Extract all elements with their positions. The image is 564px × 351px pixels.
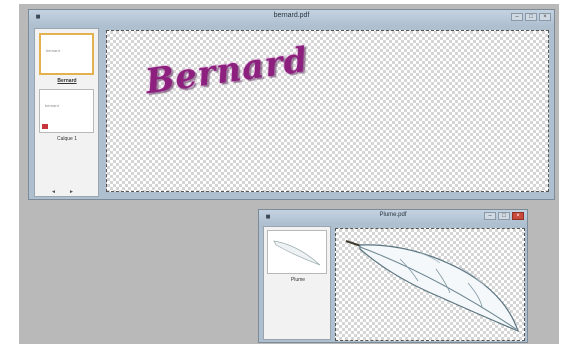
bernard-window-title: bernard.pdf [273,12,310,19]
layer-label[interactable]: Plume [268,277,328,283]
layer-thumbnail[interactable]: bernard [39,89,94,133]
feather-image[interactable] [340,235,522,337]
maximize-button[interactable]: □ [525,13,537,21]
next-layer-button[interactable]: ► [69,189,74,195]
plume-canvas[interactable] [335,228,525,341]
bernard-canvas[interactable]: Bernard [106,30,549,192]
layer-thumbnail[interactable] [267,230,327,274]
plume-window[interactable]: ■ Plume.pdf – □ × Plume [258,209,528,343]
plume-window-title: Plume.pdf [379,212,407,218]
layer-thumb-text: bernard [45,103,59,108]
bernard-text-object[interactable]: Bernard [143,40,311,102]
layers-panel: bernard Bernard bernard Calque 1 ◄ ► [34,28,99,197]
bernard-window[interactable]: ■ bernard.pdf – □ × bernard Bernard bern… [28,9,555,200]
layer-thumbnail[interactable]: bernard [39,33,94,75]
maximize-button[interactable]: □ [498,212,510,220]
app-icon[interactable]: ■ [264,213,272,221]
plume-titlebar[interactable]: ■ Plume.pdf – □ × [259,210,527,224]
bernard-titlebar[interactable]: ■ bernard.pdf – □ × [29,10,554,26]
close-button[interactable]: × [539,13,551,21]
feather-thumb-icon [273,240,321,266]
minimize-button[interactable]: – [484,212,496,220]
minimize-button[interactable]: – [511,13,523,21]
close-button[interactable]: × [512,212,524,220]
layer-thumb-text: bernard [46,48,60,53]
layer-label[interactable]: Bernard [37,78,97,84]
layer-visibility-icon[interactable] [42,124,48,129]
layer-label[interactable]: Calque 1 [37,136,97,142]
layers-panel: Plume [263,226,331,340]
prev-layer-button[interactable]: ◄ [51,189,56,195]
